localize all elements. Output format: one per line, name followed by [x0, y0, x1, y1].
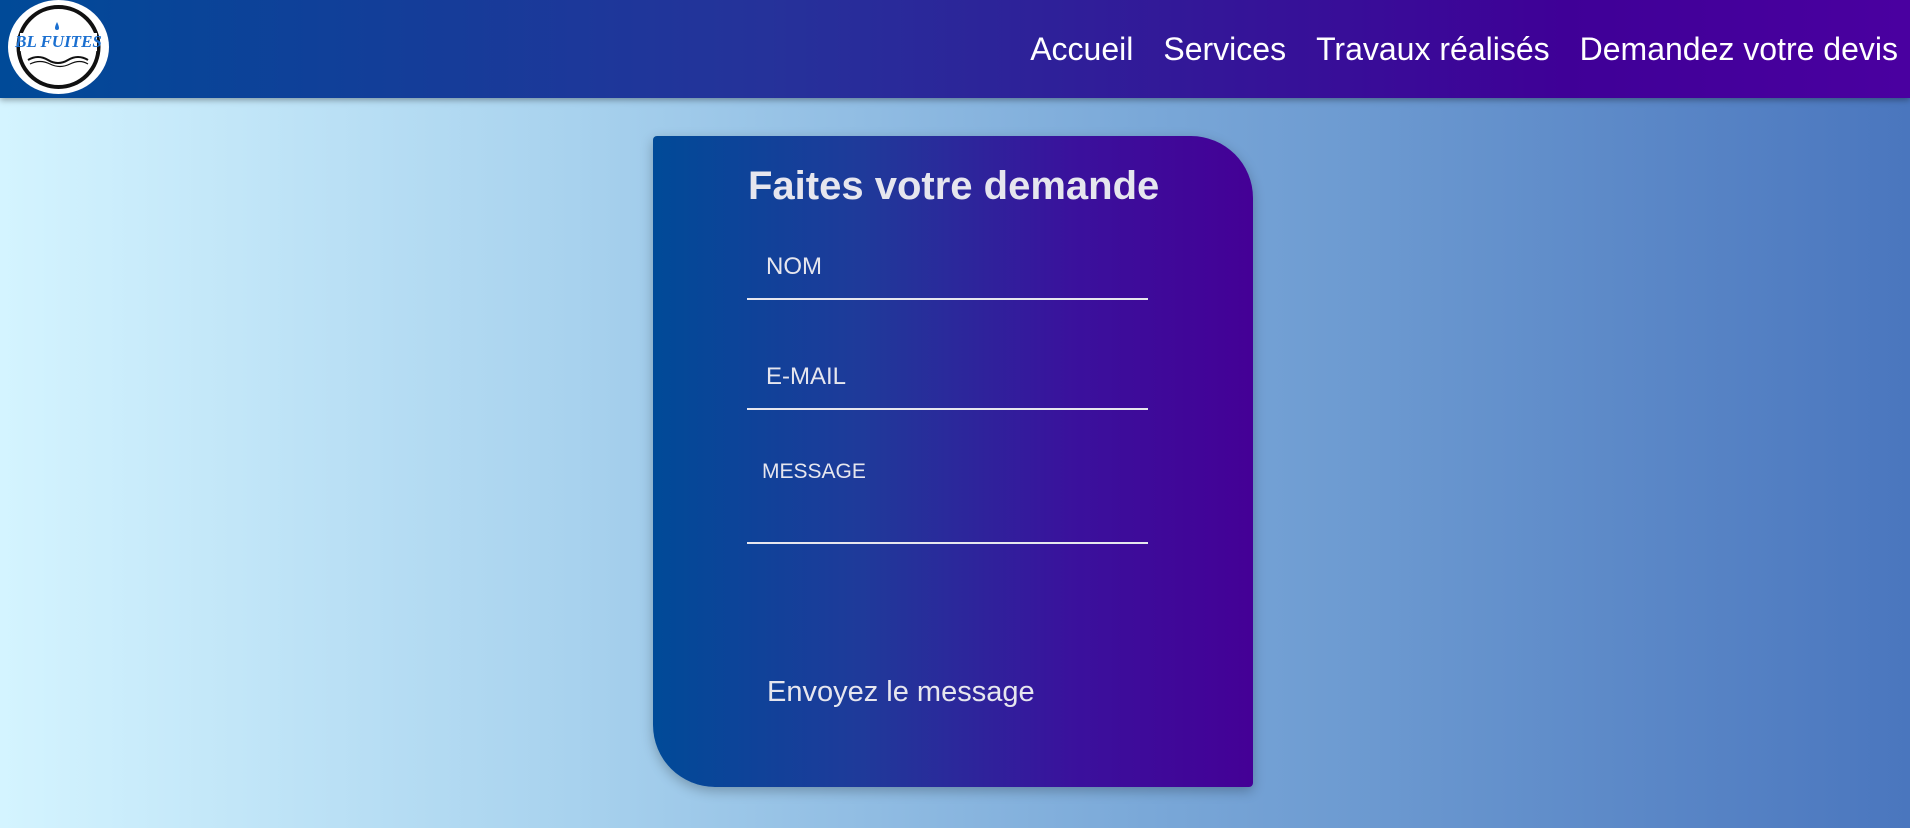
contact-form-card: Faites votre demande Envoyez le message [653, 136, 1253, 787]
brand-logo[interactable]: BL FUITES [8, 0, 109, 94]
nav-link-services[interactable]: Services [1163, 31, 1286, 68]
form-title: Faites votre demande [748, 164, 1160, 208]
message-textarea[interactable] [747, 444, 1148, 542]
name-input[interactable] [747, 236, 1148, 298]
svg-text:BL FUITES: BL FUITES [14, 32, 102, 51]
nav-link-accueil[interactable]: Accueil [1030, 31, 1133, 68]
nav-link-travaux[interactable]: Travaux réalisés [1316, 31, 1550, 68]
email-field [747, 346, 1148, 410]
message-field [747, 444, 1148, 544]
email-input[interactable] [747, 346, 1148, 408]
navbar: BL FUITES Accueil Services Travaux réali… [0, 0, 1910, 98]
submit-button[interactable]: Envoyez le message [748, 664, 1054, 721]
name-field [747, 236, 1148, 300]
nav-link-devis[interactable]: Demandez votre devis [1580, 31, 1898, 68]
logo-icon: BL FUITES [14, 5, 102, 89]
main-nav: Accueil Services Travaux réalisés Demand… [1030, 0, 1898, 98]
